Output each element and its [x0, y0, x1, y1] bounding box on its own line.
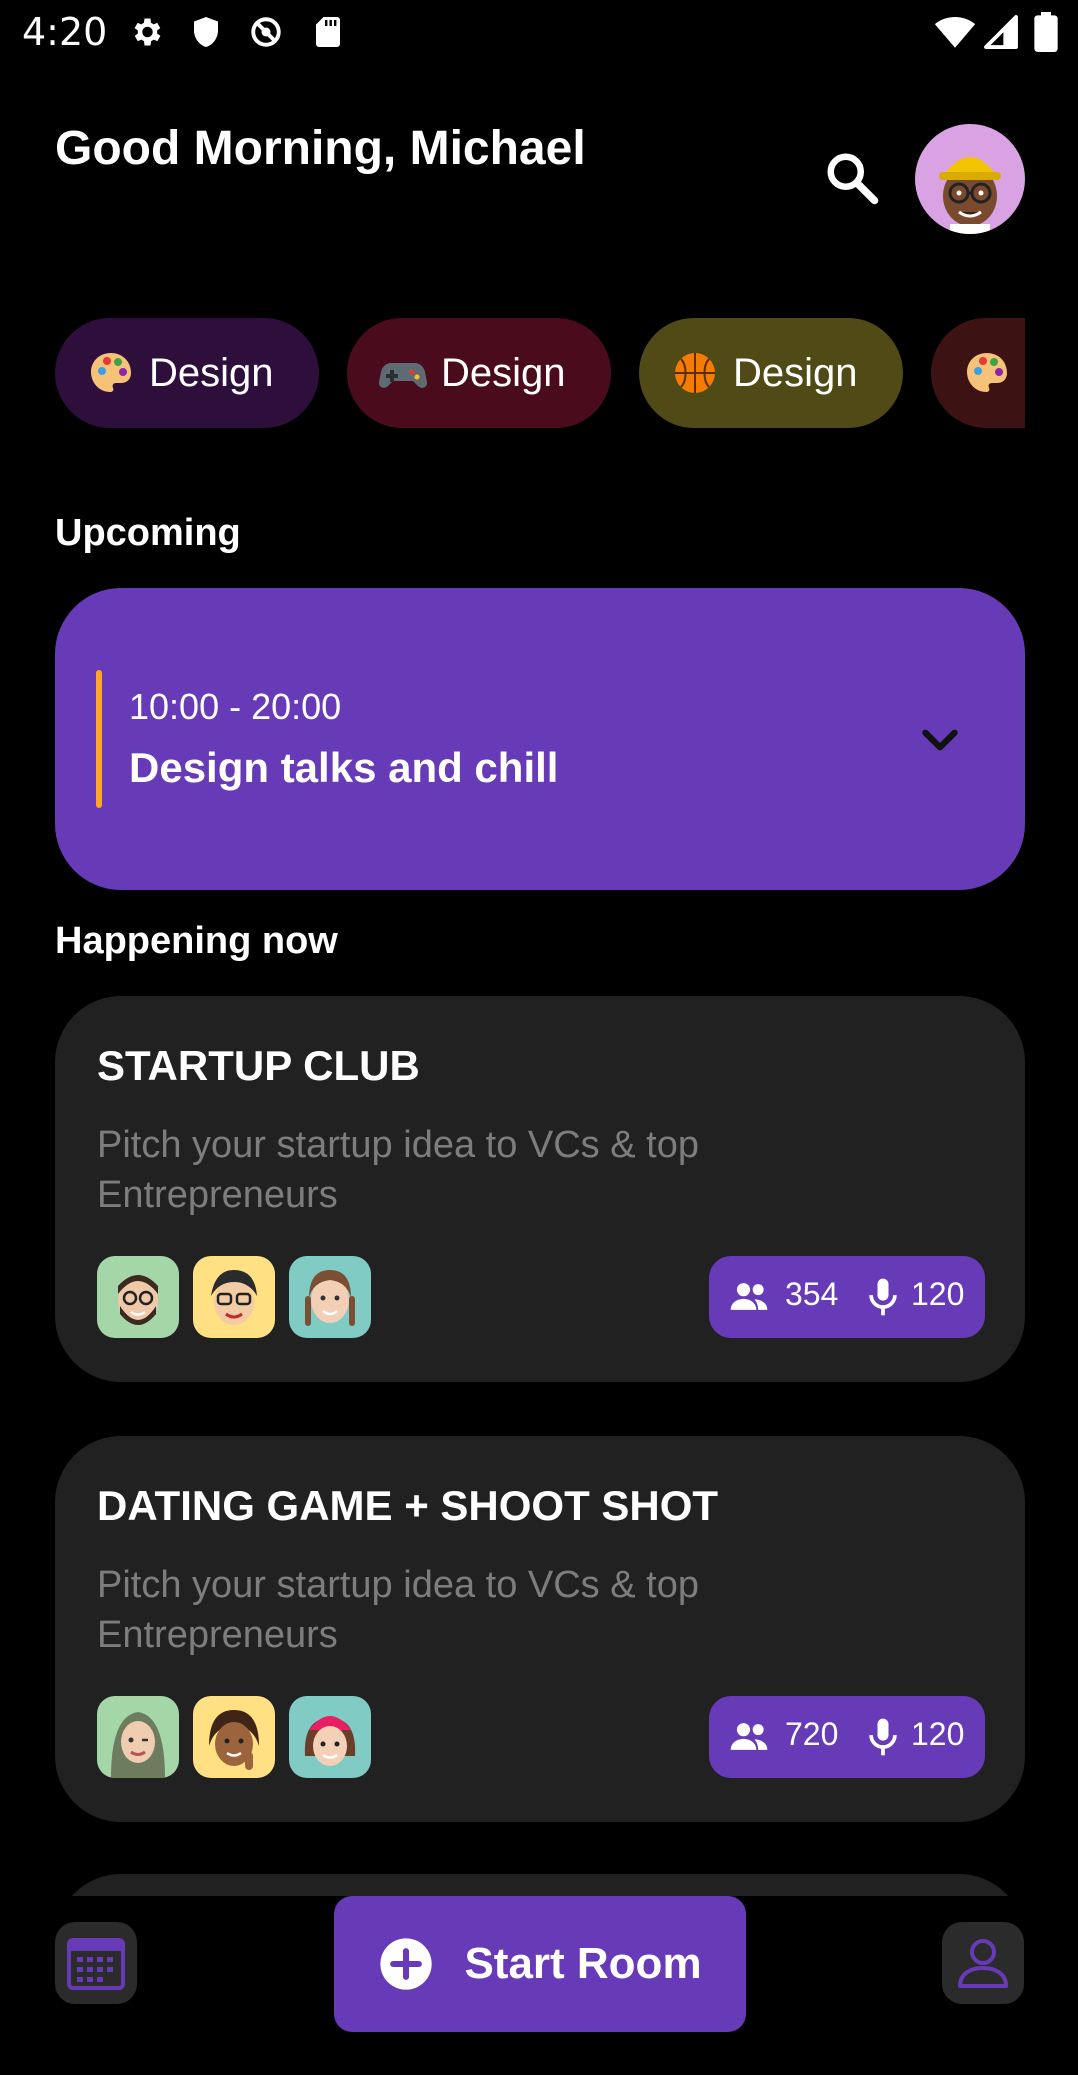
- chip-label: Design: [733, 350, 858, 395]
- shield-icon: [194, 17, 218, 47]
- category-chip-design[interactable]: Design: [55, 318, 319, 428]
- people-icon: [730, 1723, 768, 1750]
- sd-card-icon: [316, 17, 340, 47]
- gamepad-emoji-icon: [379, 363, 427, 388]
- people-icon: [730, 1283, 768, 1310]
- event-title: Design talks and chill: [129, 744, 559, 791]
- upcoming-event-card[interactable]: 10:00 - 20:00 Design talks and chill: [55, 588, 1025, 890]
- battery-icon: [1034, 12, 1058, 52]
- search-button[interactable]: [822, 148, 882, 208]
- avatar-memoji: [939, 157, 1001, 234]
- microphone-icon: [869, 1278, 897, 1316]
- speaker-count: 120: [911, 1276, 965, 1312]
- start-room-label: Start Room: [464, 1939, 702, 1988]
- chip-label: Design: [441, 350, 566, 395]
- palette-emoji-icon: [967, 353, 1007, 392]
- speaker-avatar[interactable]: [289, 1696, 371, 1778]
- profile-icon: [958, 1939, 1008, 1988]
- chip-label: Design: [149, 350, 274, 395]
- home-screen: 4:20 Good Morning, Michael Design Design…: [0, 0, 1078, 2075]
- signal-icon: [984, 15, 1018, 49]
- upcoming-section-title: Upcoming: [55, 512, 241, 554]
- category-chip-partial[interactable]: [931, 318, 1025, 428]
- plus-circle-icon: [380, 1938, 433, 1990]
- speaker-avatar[interactable]: [97, 1256, 179, 1338]
- profile-avatar[interactable]: [915, 124, 1025, 234]
- room-description: Pitch your startup idea to VCs & top Ent…: [97, 1124, 699, 1216]
- room-stats: 354 120: [709, 1256, 985, 1338]
- wifi-icon: [934, 16, 976, 48]
- memoji-avatar-icon: [305, 1270, 355, 1326]
- greeting-title: Good Morning, Michael: [55, 122, 586, 175]
- listener-count: 720: [785, 1716, 839, 1752]
- memoji-avatar-icon: [209, 1710, 259, 1770]
- listener-count: 354: [785, 1276, 839, 1312]
- happening-section-title: Happening now: [55, 920, 338, 962]
- gear-icon: [134, 18, 161, 46]
- calendar-icon: [67, 1938, 125, 1990]
- basketball-emoji-icon: [675, 353, 715, 393]
- speaker-avatar[interactable]: [97, 1696, 179, 1778]
- room-description: Pitch your startup idea to VCs & top Ent…: [97, 1564, 699, 1656]
- search-icon: [827, 153, 879, 205]
- start-room-button[interactable]: Start Room: [334, 1896, 746, 2032]
- memoji-avatar-icon: [211, 1270, 257, 1325]
- speaker-avatar[interactable]: [193, 1696, 275, 1778]
- microphone-icon: [869, 1718, 897, 1756]
- room-card[interactable]: DATING GAME + SHOOT SHOT Pitch your star…: [55, 1436, 1025, 1822]
- room-card[interactable]: STARTUP CLUB Pitch your startup idea to …: [55, 996, 1025, 1382]
- status-bar: 4:20: [0, 0, 1078, 68]
- category-chips: Design Design Design: [55, 318, 1025, 428]
- category-chip-design[interactable]: Design: [347, 318, 611, 428]
- status-time: 4:20: [22, 10, 108, 54]
- event-time-range: 10:00 - 20:00: [129, 686, 342, 727]
- palette-emoji-icon: [91, 353, 131, 392]
- memoji-avatar-icon: [111, 1712, 165, 1778]
- speaker-count: 120: [911, 1716, 965, 1752]
- bottom-bar: Start Room: [0, 1896, 1078, 2075]
- room-stats: 720 120: [709, 1696, 985, 1778]
- chevron-down-icon[interactable]: [915, 714, 965, 764]
- speaker-avatar[interactable]: [289, 1256, 371, 1338]
- memoji-avatar-icon: [118, 1275, 158, 1325]
- calendar-button[interactable]: [55, 1922, 137, 2004]
- memoji-avatar-icon: [304, 1716, 356, 1766]
- profile-button[interactable]: [942, 1922, 1024, 2004]
- data-saver-icon: [251, 17, 281, 47]
- event-accent-bar: [96, 670, 102, 808]
- room-title: DATING GAME + SHOOT SHOT: [97, 1482, 719, 1529]
- room-title: STARTUP CLUB: [97, 1042, 420, 1089]
- speaker-avatar[interactable]: [193, 1256, 275, 1338]
- category-chip-design[interactable]: Design: [639, 318, 903, 428]
